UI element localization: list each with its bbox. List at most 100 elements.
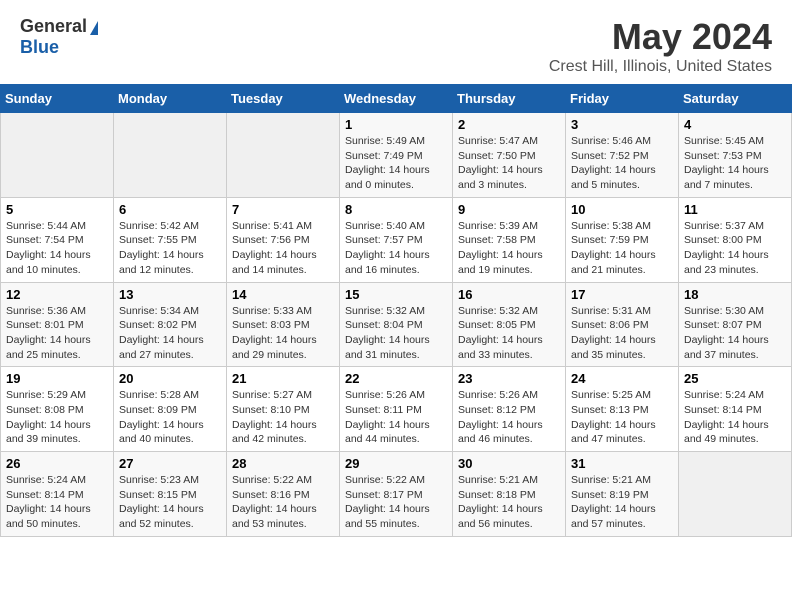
day-number: 6 xyxy=(119,202,221,217)
day-number: 8 xyxy=(345,202,447,217)
day-number: 5 xyxy=(6,202,108,217)
day-number: 2 xyxy=(458,117,560,132)
day-number: 11 xyxy=(684,202,786,217)
day-info: Sunrise: 5:46 AMSunset: 7:52 PMDaylight:… xyxy=(571,134,673,193)
day-info: Sunrise: 5:26 AMSunset: 8:12 PMDaylight:… xyxy=(458,388,560,447)
calendar-cell xyxy=(1,113,114,198)
calendar-cell: 19 Sunrise: 5:29 AMSunset: 8:08 PMDayligh… xyxy=(1,367,114,452)
calendar-week-5: 26Sunrise: 5:24 AMSunset: 8:14 PMDayligh… xyxy=(1,452,792,537)
calendar-cell: 17 Sunrise: 5:31 AMSunset: 8:06 PMDayligh… xyxy=(566,282,679,367)
day-number: 20 xyxy=(119,371,221,386)
title-area: May 2024 Crest Hill, Illinois, United St… xyxy=(549,16,772,76)
day-info: Sunrise: 5:38 AMSunset: 7:59 PMDaylight:… xyxy=(571,219,673,278)
day-info: Sunrise: 5:33 AMSunset: 8:03 PMDaylight:… xyxy=(232,304,334,363)
day-number: 30 xyxy=(458,456,560,471)
day-info: Sunrise: 5:32 AMSunset: 8:05 PMDaylight:… xyxy=(458,304,560,363)
calendar-cell: 29 Sunrise: 5:22 AMSunset: 8:17 PMDayligh… xyxy=(340,452,453,537)
day-number: 17 xyxy=(571,287,673,302)
calendar-cell: 26Sunrise: 5:24 AMSunset: 8:14 PMDayligh… xyxy=(1,452,114,537)
day-info: Sunrise: 5:45 AMSunset: 7:53 PMDaylight:… xyxy=(684,134,786,193)
calendar-cell: 8 Sunrise: 5:40 AMSunset: 7:57 PMDaylight… xyxy=(340,197,453,282)
day-number: 21 xyxy=(232,371,334,386)
day-info: Sunrise: 5:37 AMSunset: 8:00 PMDaylight:… xyxy=(684,219,786,278)
day-info: Sunrise: 5:26 AMSunset: 8:11 PMDaylight:… xyxy=(345,388,447,447)
calendar-cell xyxy=(679,452,792,537)
day-info: Sunrise: 5:28 AMSunset: 8:09 PMDaylight:… xyxy=(119,388,221,447)
calendar-cell: 23Sunrise: 5:26 AMSunset: 8:12 PMDayligh… xyxy=(453,367,566,452)
calendar-header-thursday: Thursday xyxy=(453,85,566,113)
day-number: 12 xyxy=(6,287,108,302)
calendar-cell: 4Sunrise: 5:45 AMSunset: 7:53 PMDaylight… xyxy=(679,113,792,198)
calendar-cell: 2 Sunrise: 5:47 AMSunset: 7:50 PMDaylight… xyxy=(453,113,566,198)
day-info: Sunrise: 5:36 AMSunset: 8:01 PMDaylight:… xyxy=(6,304,108,363)
calendar-cell: 18 Sunrise: 5:30 AMSunset: 8:07 PMDayligh… xyxy=(679,282,792,367)
calendar-cell: 12 Sunrise: 5:36 AMSunset: 8:01 PMDayligh… xyxy=(1,282,114,367)
day-info: Sunrise: 5:29 AMSunset: 8:08 PMDaylight:… xyxy=(6,388,108,447)
calendar-header-tuesday: Tuesday xyxy=(227,85,340,113)
calendar-cell: 14 Sunrise: 5:33 AMSunset: 8:03 PMDayligh… xyxy=(227,282,340,367)
calendar-header-row: SundayMondayTuesdayWednesdayThursdayFrid… xyxy=(1,85,792,113)
calendar-cell: 1 Sunrise: 5:49 AMSunset: 7:49 PMDaylight… xyxy=(340,113,453,198)
page-header: General Blue May 2024 Crest Hill, Illino… xyxy=(0,0,792,84)
calendar-header-saturday: Saturday xyxy=(679,85,792,113)
day-info: Sunrise: 5:21 AMSunset: 8:19 PMDaylight:… xyxy=(571,473,673,532)
main-title: May 2024 xyxy=(549,16,772,58)
day-info: Sunrise: 5:49 AMSunset: 7:49 PMDaylight:… xyxy=(345,134,447,193)
day-info: Sunrise: 5:25 AMSunset: 8:13 PMDaylight:… xyxy=(571,388,673,447)
calendar-cell: 16 Sunrise: 5:32 AMSunset: 8:05 PMDayligh… xyxy=(453,282,566,367)
day-number: 29 xyxy=(345,456,447,471)
calendar-cell: 5 Sunrise: 5:44 AMSunset: 7:54 PMDaylight… xyxy=(1,197,114,282)
calendar-header-friday: Friday xyxy=(566,85,679,113)
calendar-cell: 30Sunrise: 5:21 AMSunset: 8:18 PMDayligh… xyxy=(453,452,566,537)
calendar-cell: 3Sunrise: 5:46 AMSunset: 7:52 PMDaylight… xyxy=(566,113,679,198)
day-info: Sunrise: 5:23 AMSunset: 8:15 PMDaylight:… xyxy=(119,473,221,532)
calendar-cell: 10Sunrise: 5:38 AMSunset: 7:59 PMDayligh… xyxy=(566,197,679,282)
calendar-header-sunday: Sunday xyxy=(1,85,114,113)
calendar-week-3: 12 Sunrise: 5:36 AMSunset: 8:01 PMDayligh… xyxy=(1,282,792,367)
day-number: 7 xyxy=(232,202,334,217)
calendar-table: SundayMondayTuesdayWednesdayThursdayFrid… xyxy=(0,84,792,537)
day-info: Sunrise: 5:34 AMSunset: 8:02 PMDaylight:… xyxy=(119,304,221,363)
calendar-cell: 9Sunrise: 5:39 AMSunset: 7:58 PMDaylight… xyxy=(453,197,566,282)
day-info: Sunrise: 5:22 AMSunset: 8:17 PMDaylight:… xyxy=(345,473,447,532)
calendar-week-2: 5 Sunrise: 5:44 AMSunset: 7:54 PMDaylight… xyxy=(1,197,792,282)
logo: General Blue xyxy=(20,16,98,58)
day-number: 26 xyxy=(6,456,108,471)
day-number: 1 xyxy=(345,117,447,132)
calendar-cell: 6 Sunrise: 5:42 AMSunset: 7:55 PMDaylight… xyxy=(114,197,227,282)
day-info: Sunrise: 5:30 AMSunset: 8:07 PMDaylight:… xyxy=(684,304,786,363)
day-number: 19 xyxy=(6,371,108,386)
calendar-cell: 31Sunrise: 5:21 AMSunset: 8:19 PMDayligh… xyxy=(566,452,679,537)
calendar-cell xyxy=(227,113,340,198)
day-info: Sunrise: 5:31 AMSunset: 8:06 PMDaylight:… xyxy=(571,304,673,363)
day-info: Sunrise: 5:39 AMSunset: 7:58 PMDaylight:… xyxy=(458,219,560,278)
day-number: 16 xyxy=(458,287,560,302)
logo-arrow-icon xyxy=(90,21,98,35)
day-number: 14 xyxy=(232,287,334,302)
day-number: 18 xyxy=(684,287,786,302)
calendar-header-wednesday: Wednesday xyxy=(340,85,453,113)
day-info: Sunrise: 5:42 AMSunset: 7:55 PMDaylight:… xyxy=(119,219,221,278)
day-info: Sunrise: 5:32 AMSunset: 8:04 PMDaylight:… xyxy=(345,304,447,363)
calendar-cell: 27 Sunrise: 5:23 AMSunset: 8:15 PMDayligh… xyxy=(114,452,227,537)
day-number: 22 xyxy=(345,371,447,386)
day-number: 28 xyxy=(232,456,334,471)
calendar-week-1: 1 Sunrise: 5:49 AMSunset: 7:49 PMDaylight… xyxy=(1,113,792,198)
calendar-week-4: 19 Sunrise: 5:29 AMSunset: 8:08 PMDayligh… xyxy=(1,367,792,452)
day-info: Sunrise: 5:27 AMSunset: 8:10 PMDaylight:… xyxy=(232,388,334,447)
day-info: Sunrise: 5:40 AMSunset: 7:57 PMDaylight:… xyxy=(345,219,447,278)
calendar-cell: 7 Sunrise: 5:41 AMSunset: 7:56 PMDaylight… xyxy=(227,197,340,282)
calendar-cell: 11 Sunrise: 5:37 AMSunset: 8:00 PMDayligh… xyxy=(679,197,792,282)
calendar-header-monday: Monday xyxy=(114,85,227,113)
logo-text-blue: Blue xyxy=(20,37,59,58)
day-info: Sunrise: 5:47 AMSunset: 7:50 PMDaylight:… xyxy=(458,134,560,193)
day-info: Sunrise: 5:41 AMSunset: 7:56 PMDaylight:… xyxy=(232,219,334,278)
calendar-cell: 22 Sunrise: 5:26 AMSunset: 8:11 PMDayligh… xyxy=(340,367,453,452)
calendar-cell: 13 Sunrise: 5:34 AMSunset: 8:02 PMDayligh… xyxy=(114,282,227,367)
day-number: 13 xyxy=(119,287,221,302)
calendar-cell: 21 Sunrise: 5:27 AMSunset: 8:10 PMDayligh… xyxy=(227,367,340,452)
day-number: 27 xyxy=(119,456,221,471)
day-info: Sunrise: 5:24 AMSunset: 8:14 PMDaylight:… xyxy=(684,388,786,447)
calendar-cell xyxy=(114,113,227,198)
day-info: Sunrise: 5:44 AMSunset: 7:54 PMDaylight:… xyxy=(6,219,108,278)
